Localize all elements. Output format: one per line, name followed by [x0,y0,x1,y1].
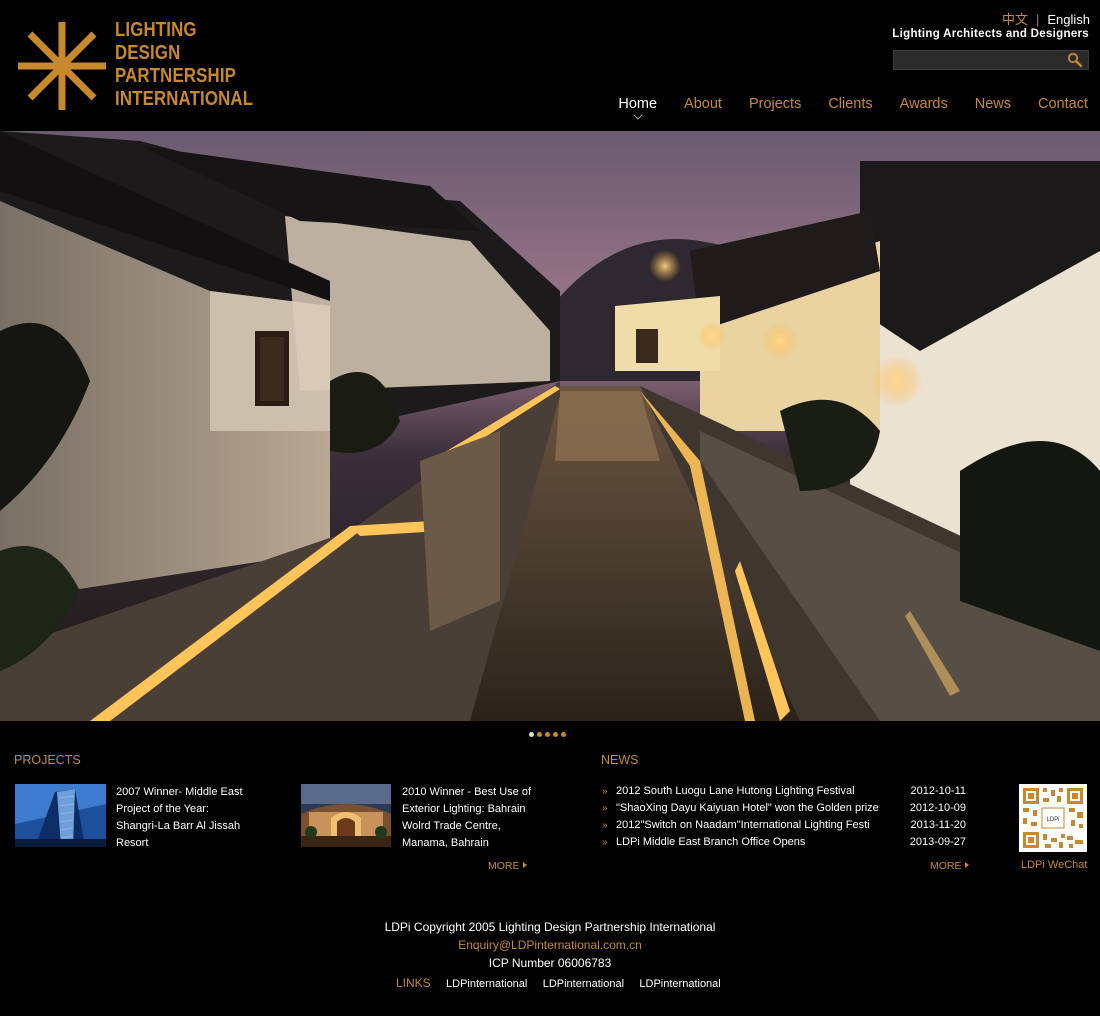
double-arrow-icon: » [602,803,608,814]
nav-about[interactable]: About [684,96,722,112]
news-list: » 2012 South Luogu Lane Hutong Lighting … [602,783,968,851]
logo-line: LIGHTING [115,18,197,41]
footer: LDPi Copyright 2005 Lighting Design Part… [0,918,1100,972]
slider-dot[interactable] [545,732,550,737]
logo-text: LIGHTING DESIGN PARTNERSHIP INTERNATIONA… [115,18,253,110]
links-label: LINKS [396,976,431,990]
email-link[interactable]: Enquiry@LDPinternational.com.cn [0,936,1100,954]
nav-news[interactable]: News [975,96,1011,112]
project-thumbnail[interactable] [15,784,106,847]
footer-link[interactable]: LDPinternational [639,978,720,990]
slider-dot[interactable] [561,732,566,737]
lang-english-link[interactable]: English [1047,12,1090,27]
nav-awards[interactable]: Awards [900,96,948,112]
tagline: Lighting Architects and Designers [892,28,1089,40]
nav-home[interactable]: Home [618,96,657,120]
footer-links: LINKS LDPinternational LDPinternational … [396,976,721,990]
news-date: 2013-11-20 [910,819,966,831]
footer-link[interactable]: LDPinternational [446,978,527,990]
icp-number: ICP Number 06006783 [488,956,612,970]
news-title[interactable]: "ShaoXing Dayu Kaiyuan Hotel" won the Go… [616,800,880,817]
news-more-link[interactable]: MORE [930,860,969,872]
news-heading[interactable]: NEWS [601,753,639,767]
news-title[interactable]: 2012"Switch on Naadam"International Ligh… [616,817,880,834]
language-switcher: 中文 | English [1002,9,1090,28]
news-date: 2013-09-27 [909,836,966,848]
projects-heading[interactable]: PROJECTS [14,753,81,767]
more-label: MORE [488,860,520,872]
lang-separator: | [1035,12,1040,27]
caret-right-icon [964,862,969,868]
news-title[interactable]: 2012 South Luogu Lane Hutong Lighting Fe… [616,783,880,800]
search-box [893,50,1089,70]
more-label: MORE [930,860,962,872]
wechat-label[interactable]: LDPi WeChat [1021,859,1087,871]
slider-dot[interactable] [537,732,542,737]
project-thumbnail[interactable] [301,784,391,847]
logo[interactable]: LIGHTING DESIGN PARTNERSHIP INTERNATIONA… [16,18,256,114]
copyright-text: LDPi Copyright 2005 Lighting Design Part… [384,920,716,934]
qr-center-text: LDPi [1046,817,1059,823]
main-nav: Home About Projects Clients Awards News … [591,96,1088,120]
news-item[interactable]: » LDPi Middle East Branch Office Opens 2… [602,834,968,851]
news-date: 2012-10-11 [910,785,966,797]
logo-line: INTERNATIONAL [115,87,254,110]
projects-more-link[interactable]: MORE [488,860,527,872]
nav-contact[interactable]: Contact [1038,96,1088,112]
slider-dot[interactable] [529,732,534,737]
double-arrow-icon: » [602,786,608,797]
lang-chinese-link[interactable]: 中文 [1002,12,1028,27]
news-title[interactable]: LDPi Middle East Branch Office Opens [616,834,880,851]
search-icon[interactable] [1066,52,1084,68]
project-description[interactable]: 2010 Winner - Best Use of Exterior Light… [402,784,532,852]
double-arrow-icon: » [602,820,608,831]
double-arrow-icon: » [602,837,608,848]
logo-line: DESIGN [115,41,181,64]
project-description[interactable]: 2007 Winner- Middle East Project of the … [116,784,251,852]
news-item[interactable]: » "ShaoXing Dayu Kaiyuan Hotel" won the … [602,800,968,817]
slider-pagination [529,732,566,737]
caret-right-icon [522,862,527,868]
nav-projects[interactable]: Projects [749,96,801,112]
logo-line: PARTNERSHIP [115,64,237,87]
hero-slideshow-image[interactable] [0,131,1100,721]
footer-link[interactable]: LDPinternational [543,978,624,990]
news-date: 2012-10-09 [909,802,966,814]
sunburst-logo-icon [18,22,106,110]
nav-clients[interactable]: Clients [828,96,872,112]
header: LIGHTING DESIGN PARTNERSHIP INTERNATIONA… [0,0,1100,131]
news-item[interactable]: » 2012"Switch on Naadam"International Li… [602,817,968,834]
search-input[interactable] [896,52,1056,68]
wechat-qr-code[interactable]: LDPi [1019,784,1087,852]
slider-dot[interactable] [553,732,558,737]
news-item[interactable]: » 2012 South Luogu Lane Hutong Lighting … [602,783,968,800]
